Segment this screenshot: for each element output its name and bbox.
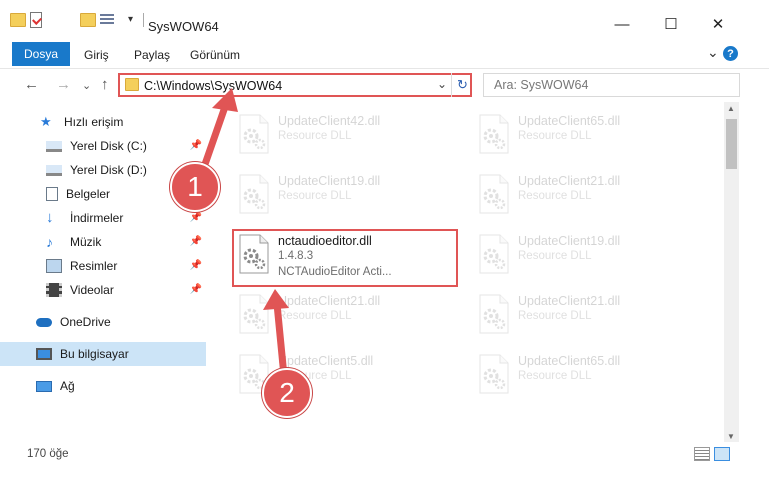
arrow-to-address bbox=[199, 88, 238, 174]
callout-badge-1: 1 bbox=[170, 162, 220, 212]
callout-badge-2: 2 bbox=[262, 368, 312, 418]
arrow-to-file bbox=[263, 289, 289, 380]
annotation-overlay bbox=[199, 88, 289, 380]
